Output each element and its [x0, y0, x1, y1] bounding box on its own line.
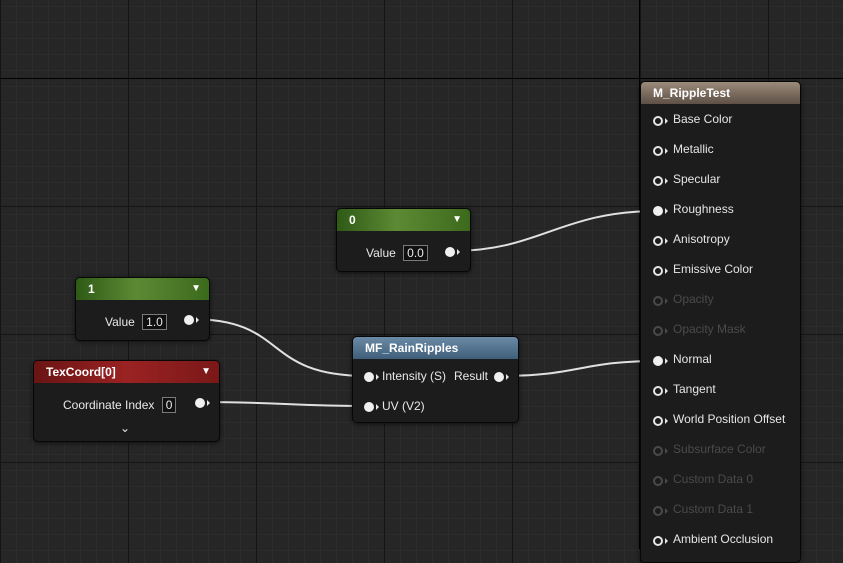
input-pin-world-position-offset[interactable] — [653, 416, 663, 426]
rain-ripples-node-header[interactable]: MF_RainRipples — [353, 337, 518, 359]
texcoord-node-header[interactable]: TexCoord[0] ▼ — [34, 361, 219, 383]
pin-arrow-icon — [665, 478, 668, 484]
value-field[interactable]: 1.0 — [142, 314, 167, 330]
input-label-tangent: Tangent — [673, 382, 716, 396]
input-pin-custom-data-1 — [653, 506, 663, 516]
input-pin-specular[interactable] — [653, 176, 663, 186]
input-pin-opacity — [653, 296, 663, 306]
intensity-input-pin[interactable] — [364, 372, 374, 382]
coordinate-index-field[interactable]: 0 — [161, 397, 177, 413]
pin-arrow-icon — [665, 268, 668, 274]
input-label-ambient-occlusion: Ambient Occlusion — [673, 532, 774, 546]
pin-arrow-icon — [665, 448, 668, 454]
input-pin-roughness[interactable] — [653, 206, 663, 216]
constant-node-one[interactable]: 1 ▼ Value 1.0 — [75, 277, 210, 341]
wire-texcoord-to-uv[interactable] — [199, 401, 369, 407]
pin-arrow-icon — [376, 374, 379, 380]
input-label-custom-data-0: Custom Data 0 — [673, 472, 754, 486]
chevron-down-icon[interactable]: ▼ — [191, 278, 201, 300]
constant-node-zero[interactable]: 0 ▼ Value 0.0 — [336, 208, 471, 272]
chevron-down-icon[interactable]: ▼ — [201, 361, 211, 383]
input-label-base-color: Base Color — [673, 112, 733, 126]
expand-chevron-icon[interactable]: ⌄ — [120, 421, 130, 435]
input-pin-ambient-occlusion[interactable] — [653, 536, 663, 546]
input-pin-emissive-color[interactable] — [653, 266, 663, 276]
texcoord-node-title: TexCoord[0] — [46, 365, 116, 379]
pin-arrow-icon — [196, 317, 199, 323]
output-pin[interactable] — [184, 315, 194, 325]
input-pin-metallic[interactable] — [653, 146, 663, 156]
input-label-opacity: Opacity — [673, 292, 714, 306]
pin-arrow-icon — [376, 404, 379, 410]
input-label-roughness: Roughness — [673, 202, 734, 216]
pin-arrow-icon — [665, 388, 668, 394]
output-pin[interactable] — [195, 398, 205, 408]
rain-ripples-node-title: MF_RainRipples — [365, 341, 459, 355]
material-node-title: M_RippleTest — [653, 86, 731, 100]
pin-arrow-icon — [207, 400, 210, 406]
pin-arrow-icon — [665, 508, 668, 514]
material-node-header[interactable]: M_RippleTest — [641, 82, 800, 104]
input-label-anisotropy: Anisotropy — [673, 232, 730, 246]
wire-zero-to-roughness[interactable] — [451, 210, 659, 252]
uv-input-pin[interactable] — [364, 402, 374, 412]
pin-arrow-icon — [665, 538, 668, 544]
pin-arrow-icon — [665, 118, 668, 124]
input-label-custom-data-1: Custom Data 1 — [673, 502, 754, 516]
intensity-input-label: Intensity (S) — [382, 369, 447, 383]
pin-arrow-icon — [506, 374, 509, 380]
wire-result-to-normal[interactable] — [498, 360, 659, 377]
input-pin-opacity-mask — [653, 326, 663, 336]
input-label-opacity-mask: Opacity Mask — [673, 322, 746, 336]
result-output-pin[interactable] — [494, 372, 504, 382]
input-label-world-position-offset: World Position Offset — [673, 412, 786, 426]
value-field[interactable]: 0.0 — [403, 245, 428, 261]
input-pin-custom-data-0 — [653, 476, 663, 486]
input-pin-tangent[interactable] — [653, 386, 663, 396]
pin-arrow-icon — [665, 328, 668, 334]
pin-arrow-icon — [665, 208, 668, 214]
input-label-specular: Specular — [673, 172, 721, 186]
constant-node-zero-title: 0 — [349, 213, 356, 227]
constant-node-zero-header[interactable]: 0 ▼ — [337, 209, 470, 231]
input-pin-base-color[interactable] — [653, 116, 663, 126]
pin-arrow-icon — [457, 249, 460, 255]
pin-arrow-icon — [665, 178, 668, 184]
pin-arrow-icon — [665, 238, 668, 244]
input-label-subsurface-color: Subsurface Color — [673, 442, 766, 456]
constant-node-one-header[interactable]: 1 ▼ — [76, 278, 209, 300]
texcoord-node[interactable]: TexCoord[0] ▼ Coordinate Index 0 ⌄ — [33, 360, 220, 442]
input-label-normal: Normal — [673, 352, 712, 366]
input-label-emissive-color: Emissive Color — [673, 262, 754, 276]
chevron-down-icon[interactable]: ▼ — [452, 209, 462, 231]
input-pin-subsurface-color — [653, 446, 663, 456]
constant-node-one-value-row: Value 1.0 — [105, 314, 167, 330]
pin-arrow-icon — [665, 298, 668, 304]
input-pin-normal[interactable] — [653, 356, 663, 366]
input-label-metallic: Metallic — [673, 142, 714, 156]
value-label: Value — [105, 315, 135, 329]
input-pin-anisotropy[interactable] — [653, 236, 663, 246]
value-label: Value — [366, 246, 396, 260]
constant-node-zero-value-row: Value 0.0 — [366, 245, 428, 261]
rain-ripples-function-node[interactable]: MF_RainRipples Intensity (S) Result UV (… — [352, 336, 519, 423]
pin-arrow-icon — [665, 148, 668, 154]
result-output-label: Result — [454, 369, 489, 383]
coordinate-index-row: Coordinate Index 0 — [63, 397, 177, 413]
coordinate-index-label: Coordinate Index — [63, 398, 155, 412]
output-pin[interactable] — [445, 247, 455, 257]
constant-node-one-title: 1 — [88, 282, 95, 296]
pin-arrow-icon — [665, 418, 668, 424]
uv-input-label: UV (V2) — [382, 399, 425, 413]
pin-arrow-icon — [665, 358, 668, 364]
